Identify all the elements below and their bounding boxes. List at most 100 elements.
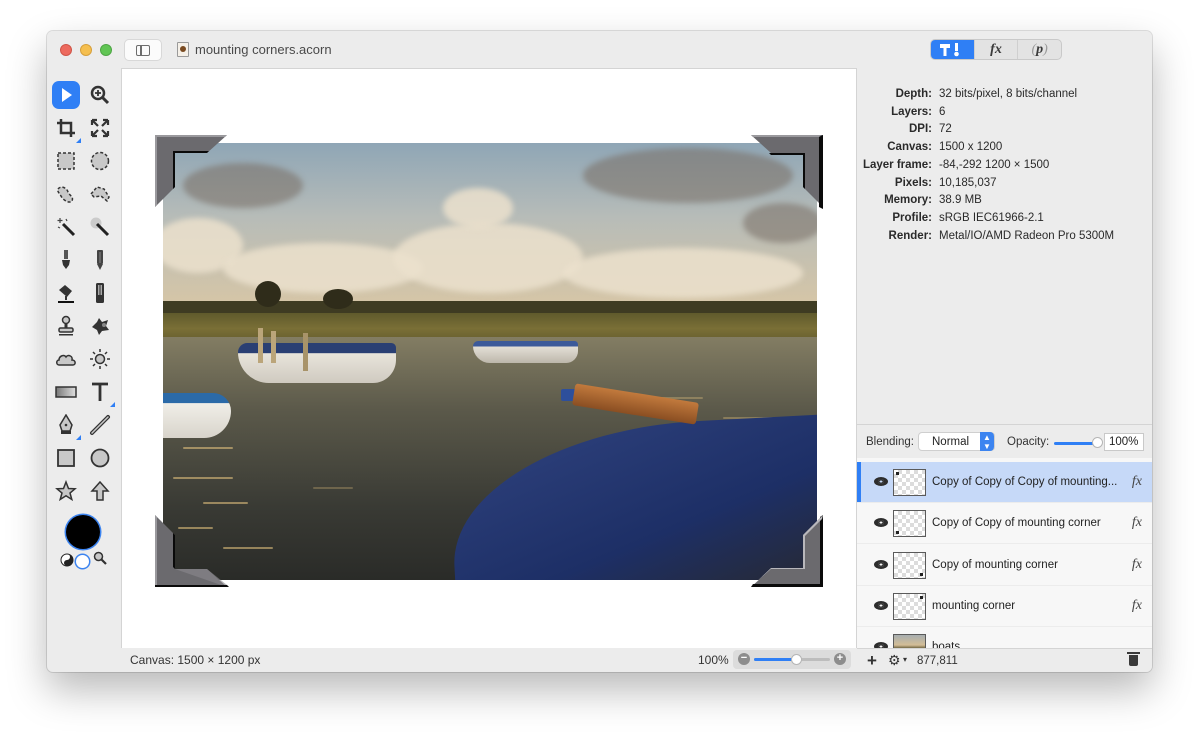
lasso-tool[interactable] xyxy=(52,180,80,208)
mounting-corner-top-left[interactable] xyxy=(155,135,229,209)
clone-stamp-tool[interactable] xyxy=(52,312,80,340)
info-row: Canvas: 1500 x 1200 xyxy=(857,141,1152,159)
pencil-tool[interactable] xyxy=(86,246,114,274)
zoom-window-button[interactable] xyxy=(100,44,112,56)
toolbox xyxy=(47,69,121,648)
fx-icon: fx xyxy=(990,41,1002,57)
info-label: Memory: xyxy=(884,194,932,207)
layer-row[interactable]: Copy of mounting corner fx xyxy=(857,545,1152,586)
tab-tools[interactable] xyxy=(931,40,974,59)
eye-visibility-icon[interactable] xyxy=(874,559,888,569)
smudge-tool[interactable] xyxy=(86,312,114,340)
arrow-pointer-icon xyxy=(62,88,72,102)
water-ripple xyxy=(173,477,233,479)
add-layer-button[interactable]: + xyxy=(867,651,877,671)
photo-post xyxy=(258,328,263,363)
pencil-icon xyxy=(97,250,103,270)
foreground-color-well[interactable] xyxy=(66,515,100,549)
zoom-slider-knob[interactable] xyxy=(790,654,802,665)
opacity-slider[interactable] xyxy=(1054,442,1096,445)
select-tool[interactable] xyxy=(52,81,80,109)
zoom-tool[interactable] xyxy=(86,81,114,109)
info-row: Depth: 32 bits/pixel, 8 bits/channel xyxy=(857,88,1152,106)
layer-fx-icon[interactable]: fx xyxy=(1132,474,1142,490)
instant-alpha-tool[interactable] xyxy=(86,213,114,241)
canvas-area[interactable] xyxy=(121,68,857,648)
eraser-tool[interactable] xyxy=(86,279,114,307)
transform-tool[interactable] xyxy=(86,114,114,142)
oval-shape-tool[interactable] xyxy=(86,444,114,472)
blend-mode-select[interactable]: Normal ▲ ▼ xyxy=(918,432,995,451)
layer-fx-icon[interactable]: fx xyxy=(1132,598,1142,614)
magic-wand-tool[interactable] xyxy=(52,213,80,241)
zoom-out-button[interactable]: − xyxy=(738,653,750,665)
layer-row[interactable]: boats xyxy=(857,627,1152,648)
boats-photo-layer[interactable] xyxy=(163,143,817,580)
layer-fx-icon[interactable]: fx xyxy=(1132,557,1142,573)
zoom-slider[interactable] xyxy=(754,654,830,665)
paint-bucket-tool[interactable] xyxy=(52,279,80,307)
layer-fx-icon[interactable]: fx xyxy=(1132,515,1142,531)
swap-colors-icon[interactable] xyxy=(60,553,74,567)
status-bar: Canvas: 1500 × 1200 px 100% − + xyxy=(121,648,857,672)
polygon-lasso-tool[interactable] xyxy=(86,180,114,208)
eraser-icon xyxy=(96,283,104,303)
line-tool[interactable] xyxy=(86,411,114,439)
mounting-corner-bottom-right[interactable] xyxy=(749,513,823,587)
layer-row[interactable]: Copy of Copy of Copy of mounting... fx xyxy=(857,462,1152,503)
rect-marquee-tool[interactable] xyxy=(52,147,80,175)
mounting-corner-bottom-left[interactable] xyxy=(155,513,229,587)
app-window: mounting corners.acorn fx (p) Canvas: 15… xyxy=(47,31,1152,672)
info-value: sRGB IEC61966-2.1 xyxy=(939,211,1044,224)
gear-icon[interactable]: ⚙ xyxy=(888,652,901,669)
info-label: Profile: xyxy=(892,211,932,224)
circle-icon xyxy=(90,448,110,468)
layer-row[interactable]: mounting corner fx xyxy=(857,586,1152,627)
cloud-tool[interactable] xyxy=(52,345,80,373)
layer-row[interactable]: Copy of Copy of mounting corner fx xyxy=(857,503,1152,545)
zoom-in-button[interactable]: + xyxy=(834,653,846,665)
pen-tool[interactable] xyxy=(52,411,81,440)
info-row: Profile: sRGB IEC61966-2.1 xyxy=(857,212,1152,230)
arrow-shape-tool[interactable] xyxy=(86,477,114,505)
info-row: Layer frame: -84,-292 1200 × 1500 xyxy=(857,159,1152,177)
text-tool[interactable] xyxy=(86,378,115,407)
layer-thumbnail xyxy=(893,634,926,648)
zoom-slider-fill xyxy=(754,658,796,661)
crop-tool[interactable] xyxy=(52,114,81,143)
color-picker-magnifier-icon[interactable] xyxy=(93,551,107,565)
eye-visibility-icon[interactable] xyxy=(874,600,888,610)
minimize-window-button[interactable] xyxy=(80,44,92,56)
opacity-slider-knob[interactable] xyxy=(1092,437,1103,448)
info-row: DPI: 72 xyxy=(857,123,1152,141)
layers-list: Copy of Copy of Copy of mounting... fx Cop… xyxy=(857,458,1152,648)
pen-nib-icon xyxy=(59,414,73,434)
eye-visibility-icon[interactable] xyxy=(874,518,888,528)
tab-filters[interactable]: fx xyxy=(973,40,1018,59)
mounting-corner-top-right[interactable] xyxy=(749,135,823,209)
photo-tree xyxy=(323,289,353,309)
cloud-icon xyxy=(56,354,76,366)
gradient-tool[interactable] xyxy=(52,378,80,406)
trash-icon[interactable] xyxy=(1127,652,1140,666)
star-shape-tool[interactable] xyxy=(52,477,80,505)
background-color-well[interactable] xyxy=(76,555,89,568)
info-label: Depth: xyxy=(895,88,932,100)
layer-thumbnail xyxy=(893,551,926,579)
ellipse-marquee-tool[interactable] xyxy=(86,147,114,175)
line-icon xyxy=(90,415,110,435)
tab-plugins[interactable]: (p) xyxy=(1017,40,1061,59)
sun-tool[interactable] xyxy=(86,345,114,373)
eye-visibility-icon[interactable] xyxy=(874,477,888,486)
sidebar-toggle-button[interactable] xyxy=(124,39,162,61)
up-down-chevron-icon: ▲ ▼ xyxy=(980,432,994,451)
rectangle-shape-tool[interactable] xyxy=(52,444,80,472)
chevron-down-icon[interactable]: ▾ xyxy=(903,655,907,664)
info-value: 38.9 MB xyxy=(939,194,982,207)
close-window-button[interactable] xyxy=(60,44,72,56)
opacity-field[interactable]: 100% xyxy=(1104,433,1144,451)
photo-tree xyxy=(255,281,281,307)
magnifier-plus-icon xyxy=(90,85,110,105)
expand-arrows-icon xyxy=(90,118,110,138)
brush-tool[interactable] xyxy=(52,246,80,274)
